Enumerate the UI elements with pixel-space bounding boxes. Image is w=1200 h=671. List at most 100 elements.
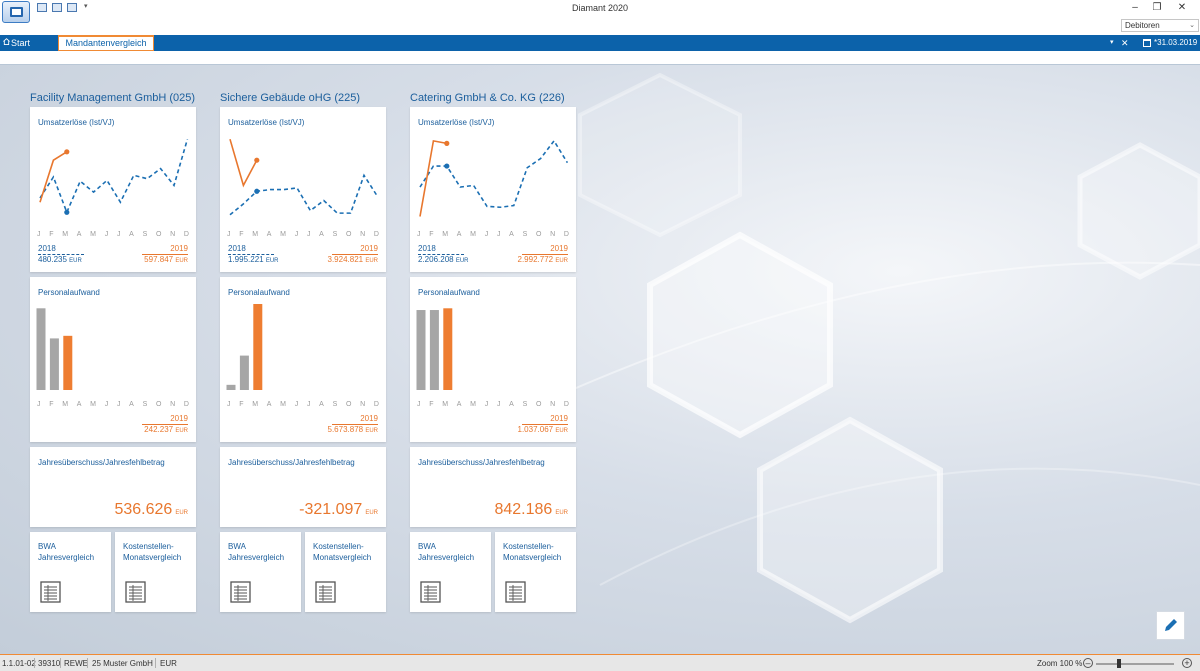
revenue-tile[interactable]: Umsatzerlöse (Ist/VJ) JFMAMJJASOND 2018 … (220, 107, 386, 272)
revenue-curr-year: 2019 (332, 244, 378, 255)
month-tick-label: J (116, 231, 121, 238)
month-tick-label: M (252, 231, 259, 238)
result-value: 536.626 EUR (114, 501, 188, 519)
personnel-curr-year: 2019 (522, 414, 568, 425)
revenue-prev-total: 480.235 (38, 255, 67, 264)
month-tick-label: S (332, 231, 338, 238)
cost-center-report-button[interactable]: Kostenstellen- Monatsvergleich (495, 532, 576, 612)
month-tick-label: J (104, 401, 109, 408)
document-icon (125, 581, 146, 603)
revenue-curr-summary: 2019 597.847 EUR (142, 244, 188, 264)
month-tick-label: O (535, 231, 542, 238)
month-tick-label: J (116, 401, 121, 408)
app-logo-icon (10, 7, 23, 17)
revenue-tile[interactable]: Umsatzerlöse (Ist/VJ) JFMAMJJASOND 2018 … (30, 107, 196, 272)
minimize-button[interactable]: – (1125, 1, 1145, 15)
context-select[interactable]: Debitoren ⌄ (1121, 19, 1199, 32)
month-tick-label: S (522, 231, 528, 238)
data-point-2018-2 (64, 209, 70, 215)
app-menu-button[interactable] (2, 1, 30, 23)
tab-mandantenvergleich[interactable]: Mandantenvergleich (58, 35, 154, 51)
data-point-2019-2 (254, 157, 260, 163)
zoom-slider-thumb[interactable] (1117, 659, 1121, 668)
month-tick-label: N (170, 401, 176, 408)
personnel-curr-year: 2019 (142, 414, 188, 425)
month-tick-label: J (104, 231, 109, 238)
revenue-line-chart (39, 138, 189, 215)
currency-label: EUR (69, 258, 82, 264)
tab-menu-icon[interactable]: ▾ (1110, 37, 1114, 49)
status-separator (34, 658, 35, 668)
tab-close-icon[interactable]: ✕ (1121, 37, 1129, 49)
month-tick-label: D (183, 231, 189, 238)
revenue-curr-total: 2.992.772 (517, 255, 554, 264)
status-client-no: 39310 (38, 659, 61, 668)
document-icon (40, 581, 61, 603)
status-currency: EUR (160, 659, 177, 668)
result-tile-title: Jahresüberschuss/Jahresfehlbetrag (418, 458, 545, 467)
month-tick-label: J (496, 231, 501, 238)
result-tile[interactable]: Jahresüberschuss/Jahresfehlbetrag -321.0… (220, 447, 386, 527)
pencil-icon (1165, 619, 1177, 631)
title-bar: ▾ Diamant 2020 – ❐ ✕ (0, 0, 1200, 23)
data-point-2018-2 (444, 163, 450, 169)
zoom-out-button[interactable]: – (1083, 658, 1093, 668)
month-tick-label: M (280, 401, 287, 408)
home-icon (3, 38, 10, 45)
zoom-label: Zoom 100 % (1037, 659, 1083, 668)
date-display[interactable]: *31.03.2019 (1143, 37, 1197, 49)
zoom-slider[interactable] (1096, 663, 1174, 665)
month-tick-label: O (535, 401, 542, 408)
revenue-tile-title: Umsatzerlöse (Ist/VJ) (418, 118, 495, 127)
personnel-tile-title: Personalaufwand (38, 288, 100, 297)
bwa-report-button[interactable]: BWA Jahresvergleich (410, 532, 491, 612)
personnel-curr-total: 1.037.067 (517, 425, 554, 434)
month-tick-label: D (563, 231, 569, 238)
month-tick-label: N (550, 401, 556, 408)
personnel-tile[interactable]: Personalaufwand JFMAMJJASOND 2019 242.23… (30, 277, 196, 442)
cost-center-report-button[interactable]: Kostenstellen- Monatsvergleich (305, 532, 386, 612)
close-button[interactable]: ✕ (1172, 1, 1192, 15)
bwa-report-button[interactable]: BWA Jahresvergleich (30, 532, 111, 612)
month-tick-label: N (360, 231, 366, 238)
revenue-tile[interactable]: Umsatzerlöse (Ist/VJ) JFMAMJJASOND 2018 … (410, 107, 576, 272)
revenue-curr-summary: 2019 3.924.821 EUR (328, 244, 378, 264)
personnel-curr-summary: 2019 1.037.067 EUR (517, 414, 568, 434)
month-tick-label: A (266, 231, 272, 238)
currency-label: EUR (175, 428, 188, 434)
bwa-report-label: BWA Jahresvergleich (228, 542, 285, 562)
personnel-curr-total: 5.673.878 (327, 425, 364, 434)
edit-button[interactable] (1156, 611, 1185, 640)
result-tile[interactable]: Jahresüberschuss/Jahresfehlbetrag 842.18… (410, 447, 576, 527)
personnel-bar-chart (416, 308, 453, 390)
month-tick-label: F (239, 231, 244, 238)
month-axis: JFMAMJJASOND (37, 401, 189, 408)
revenue-prev-year: 2018 (228, 244, 274, 255)
result-tile[interactable]: Jahresüberschuss/Jahresfehlbetrag 536.62… (30, 447, 196, 527)
personnel-tile[interactable]: Personalaufwand JFMAMJJASOND 2019 5.673.… (220, 277, 386, 442)
revenue-tile-title: Umsatzerlöse (Ist/VJ) (38, 118, 115, 127)
restore-button[interactable]: ❐ (1147, 1, 1167, 15)
revenue-prev-year: 2018 (38, 244, 84, 255)
zoom-in-button[interactable]: + (1182, 658, 1192, 668)
context-select-value: Debitoren (1125, 21, 1160, 30)
bwa-report-label: BWA Jahresvergleich (38, 542, 95, 562)
currency-label: EUR (555, 258, 568, 264)
personnel-curr-year: 2019 (332, 414, 378, 425)
month-axis: JFMAMJJASOND (417, 401, 569, 408)
personnel-tile[interactable]: Personalaufwand JFMAMJJASOND 2019 1.037.… (410, 277, 576, 442)
bwa-report-button[interactable]: BWA Jahresvergleich (220, 532, 301, 612)
month-tick-label: M (90, 231, 97, 238)
status-bar: 1.1.01-02 39310 REWE 25 Muster GmbH EUR … (0, 654, 1200, 671)
bar-2018-1 (429, 310, 439, 390)
bar-2018-0 (36, 308, 46, 390)
cost-center-report-button[interactable]: Kostenstellen- Monatsvergleich (115, 532, 196, 612)
series-line-2019 (419, 139, 447, 217)
document-icon (230, 581, 251, 603)
month-tick-label: F (49, 401, 54, 408)
tab-start[interactable]: Start (3, 37, 30, 49)
revenue-curr-year: 2019 (522, 244, 568, 255)
revenue-curr-summary: 2019 2.992.772 EUR (517, 244, 568, 264)
month-tick-label: N (170, 231, 176, 238)
month-tick-label: A (76, 231, 82, 238)
